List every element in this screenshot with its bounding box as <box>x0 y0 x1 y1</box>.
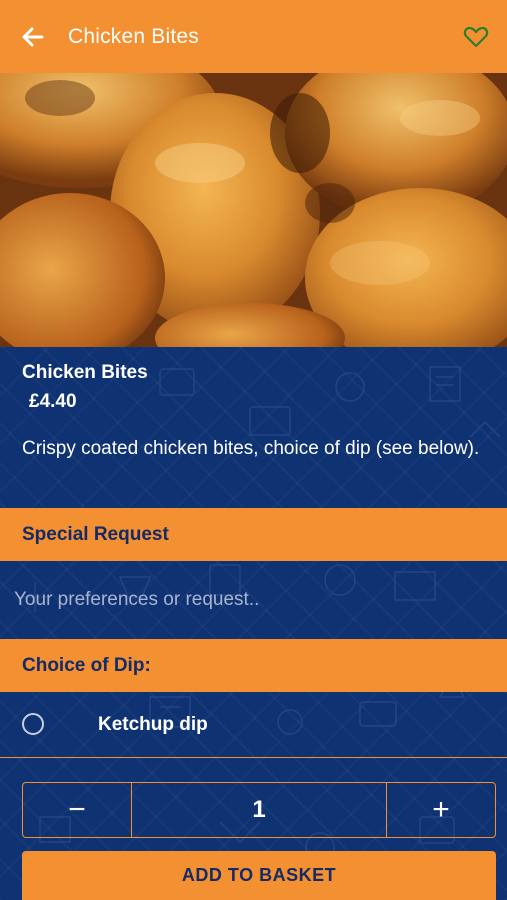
app-header: Chicken Bites <box>0 0 507 73</box>
item-price: £4.40 <box>29 391 77 412</box>
divider <box>0 757 507 758</box>
quantity-value: 1 <box>252 796 266 823</box>
product-image <box>0 73 507 347</box>
special-request-input[interactable] <box>0 561 507 638</box>
add-to-basket-button[interactable]: ADD TO BASKET <box>22 851 496 900</box>
special-request-heading: Special Request <box>22 524 169 545</box>
back-button[interactable] <box>18 22 48 52</box>
quantity-stepper: − 1 + <box>22 782 496 838</box>
item-description: Crispy coated chicken bites, choice of d… <box>22 438 480 459</box>
decrease-quantity-button[interactable]: − <box>23 783 132 837</box>
radio-button[interactable] <box>22 713 44 735</box>
favorite-button[interactable] <box>461 22 491 52</box>
dip-option-label: Ketchup dip <box>98 714 208 735</box>
fried-chicken-photo <box>0 73 507 347</box>
page-title: Chicken Bites <box>68 25 199 48</box>
dip-choice-header: Choice of Dip: <box>0 639 507 692</box>
dip-option-ketchup[interactable]: Ketchup dip <box>0 693 507 756</box>
item-name: Chicken Bites <box>22 362 148 383</box>
arrow-left-icon <box>22 27 44 47</box>
special-request-header: Special Request <box>0 508 507 561</box>
increase-quantity-button[interactable]: + <box>386 783 495 837</box>
heart-outline-icon <box>463 26 489 48</box>
dip-choice-heading: Choice of Dip: <box>22 655 151 676</box>
